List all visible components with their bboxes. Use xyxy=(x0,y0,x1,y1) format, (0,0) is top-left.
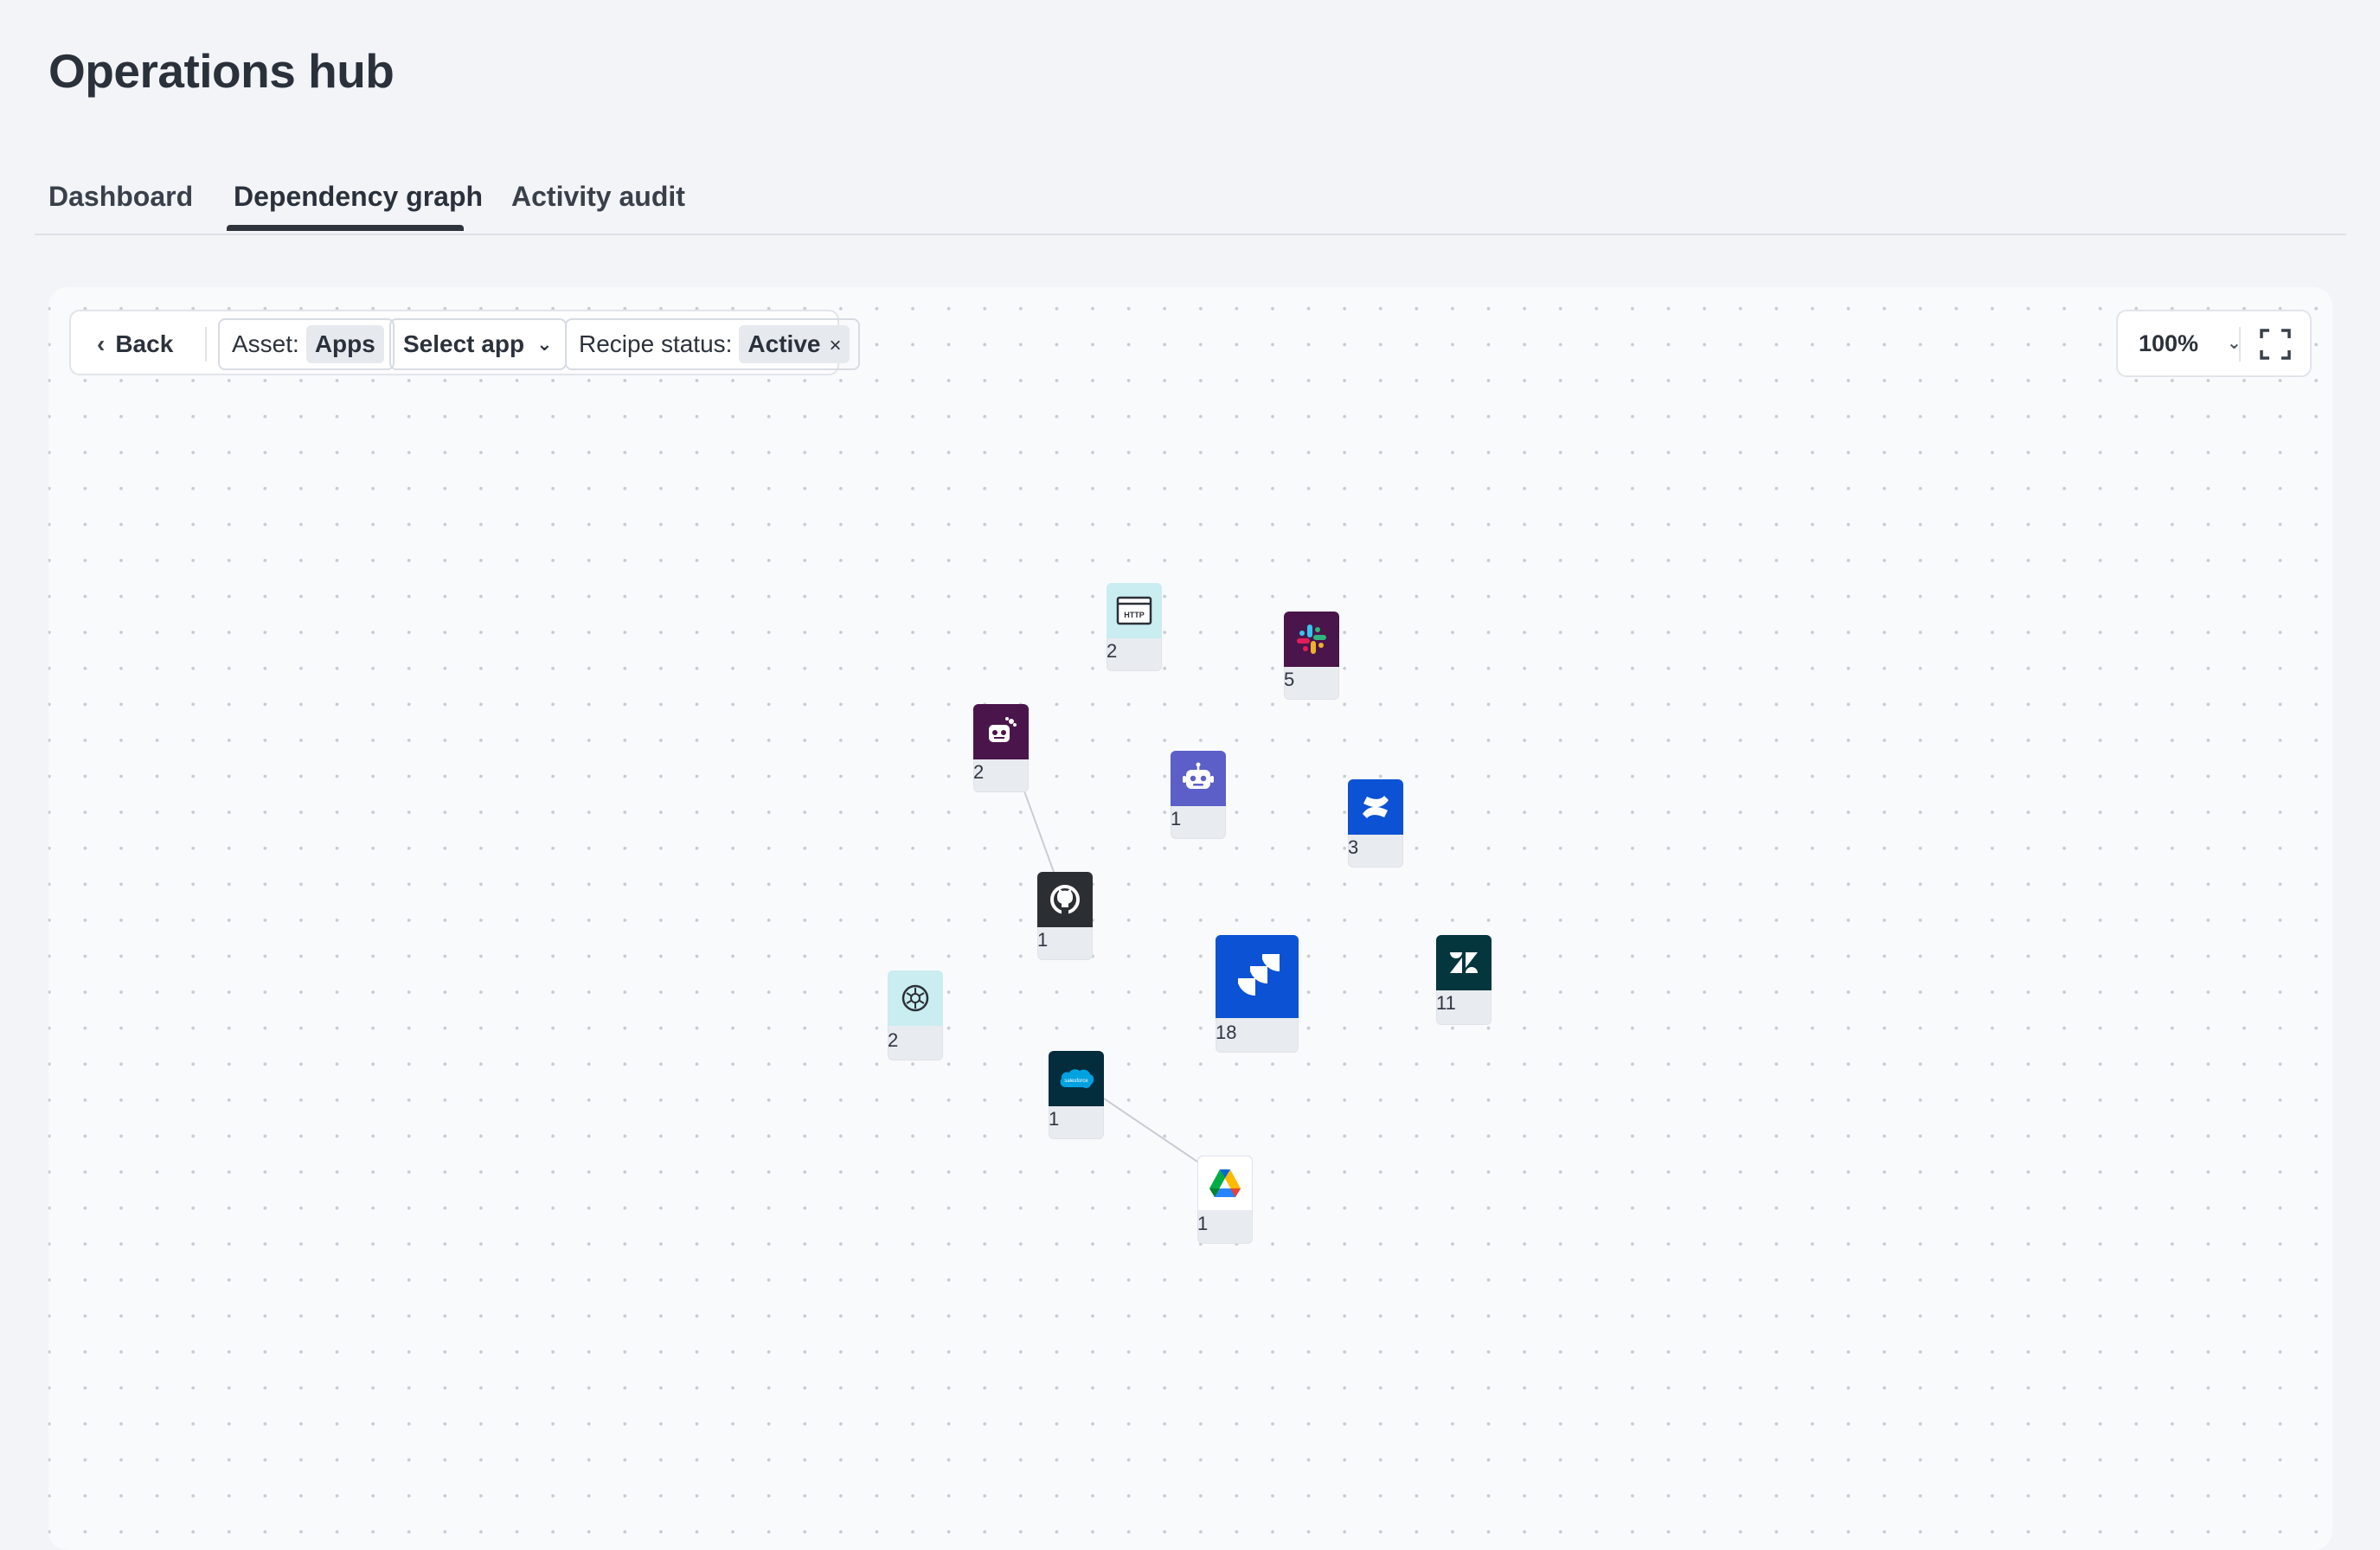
graph-filter-toolbar: ‹ Back Asset: Apps Select app ⌄ Recipe s… xyxy=(69,310,861,375)
confluence-icon xyxy=(1348,779,1403,835)
openai-icon xyxy=(888,970,943,1026)
tab-activity-audit[interactable]: Activity audit xyxy=(511,181,685,213)
recipe-status-value: Active xyxy=(747,330,821,357)
zoom-level: 100% xyxy=(2139,330,2199,356)
salesforce-icon: salesforce xyxy=(1049,1051,1104,1106)
svg-text:salesforce: salesforce xyxy=(1064,1079,1088,1084)
asset-filter-label: Asset: xyxy=(232,330,299,357)
active-tab-indicator xyxy=(227,225,464,231)
teams-bot-icon xyxy=(1171,751,1226,806)
asset-filter-value: Apps xyxy=(305,325,384,363)
zendesk-icon xyxy=(1436,935,1492,990)
back-label: Back xyxy=(115,330,174,357)
page-title: Operations hub xyxy=(48,44,395,98)
slack-icon xyxy=(1284,612,1339,667)
http-icon: HTTP xyxy=(1107,583,1162,638)
tab-bar: Dashboard Dependency graph Activity audi… xyxy=(35,169,2346,235)
tab-dependency-graph[interactable]: Dependency graph xyxy=(234,181,483,213)
graph-canvas[interactable] xyxy=(48,287,2332,1550)
recipe-status-label: Recipe status: xyxy=(579,330,733,357)
svg-text:HTTP: HTTP xyxy=(1124,611,1145,619)
clear-filter-icon[interactable]: × xyxy=(829,334,841,357)
recipe-status-chip: Active × xyxy=(739,325,850,363)
recipe-status-filter[interactable]: Recipe status: Active × xyxy=(565,318,861,370)
google-drive-icon xyxy=(1198,1156,1252,1210)
toolbar-divider xyxy=(205,327,207,362)
jira-icon xyxy=(1216,935,1299,1018)
zoom-controls: 100% ⌄ xyxy=(2116,310,2312,377)
github-icon xyxy=(1037,872,1093,927)
asset-filter[interactable]: Asset: Apps xyxy=(218,318,395,370)
zoom-divider xyxy=(2239,327,2241,362)
select-app-label: Select app xyxy=(403,330,525,357)
tab-dashboard[interactable]: Dashboard xyxy=(48,181,193,213)
chevron-left-icon: ‹ xyxy=(97,330,106,357)
select-app-dropdown[interactable]: Select app ⌄ xyxy=(389,318,567,370)
chevron-down-icon: ⌄ xyxy=(536,333,553,355)
slack-bot-icon xyxy=(973,704,1029,759)
zoom-level-dropdown[interactable]: 100% ⌄ xyxy=(2139,330,2242,357)
back-button[interactable]: ‹ Back xyxy=(97,318,173,370)
fullscreen-icon[interactable] xyxy=(2258,327,2293,362)
